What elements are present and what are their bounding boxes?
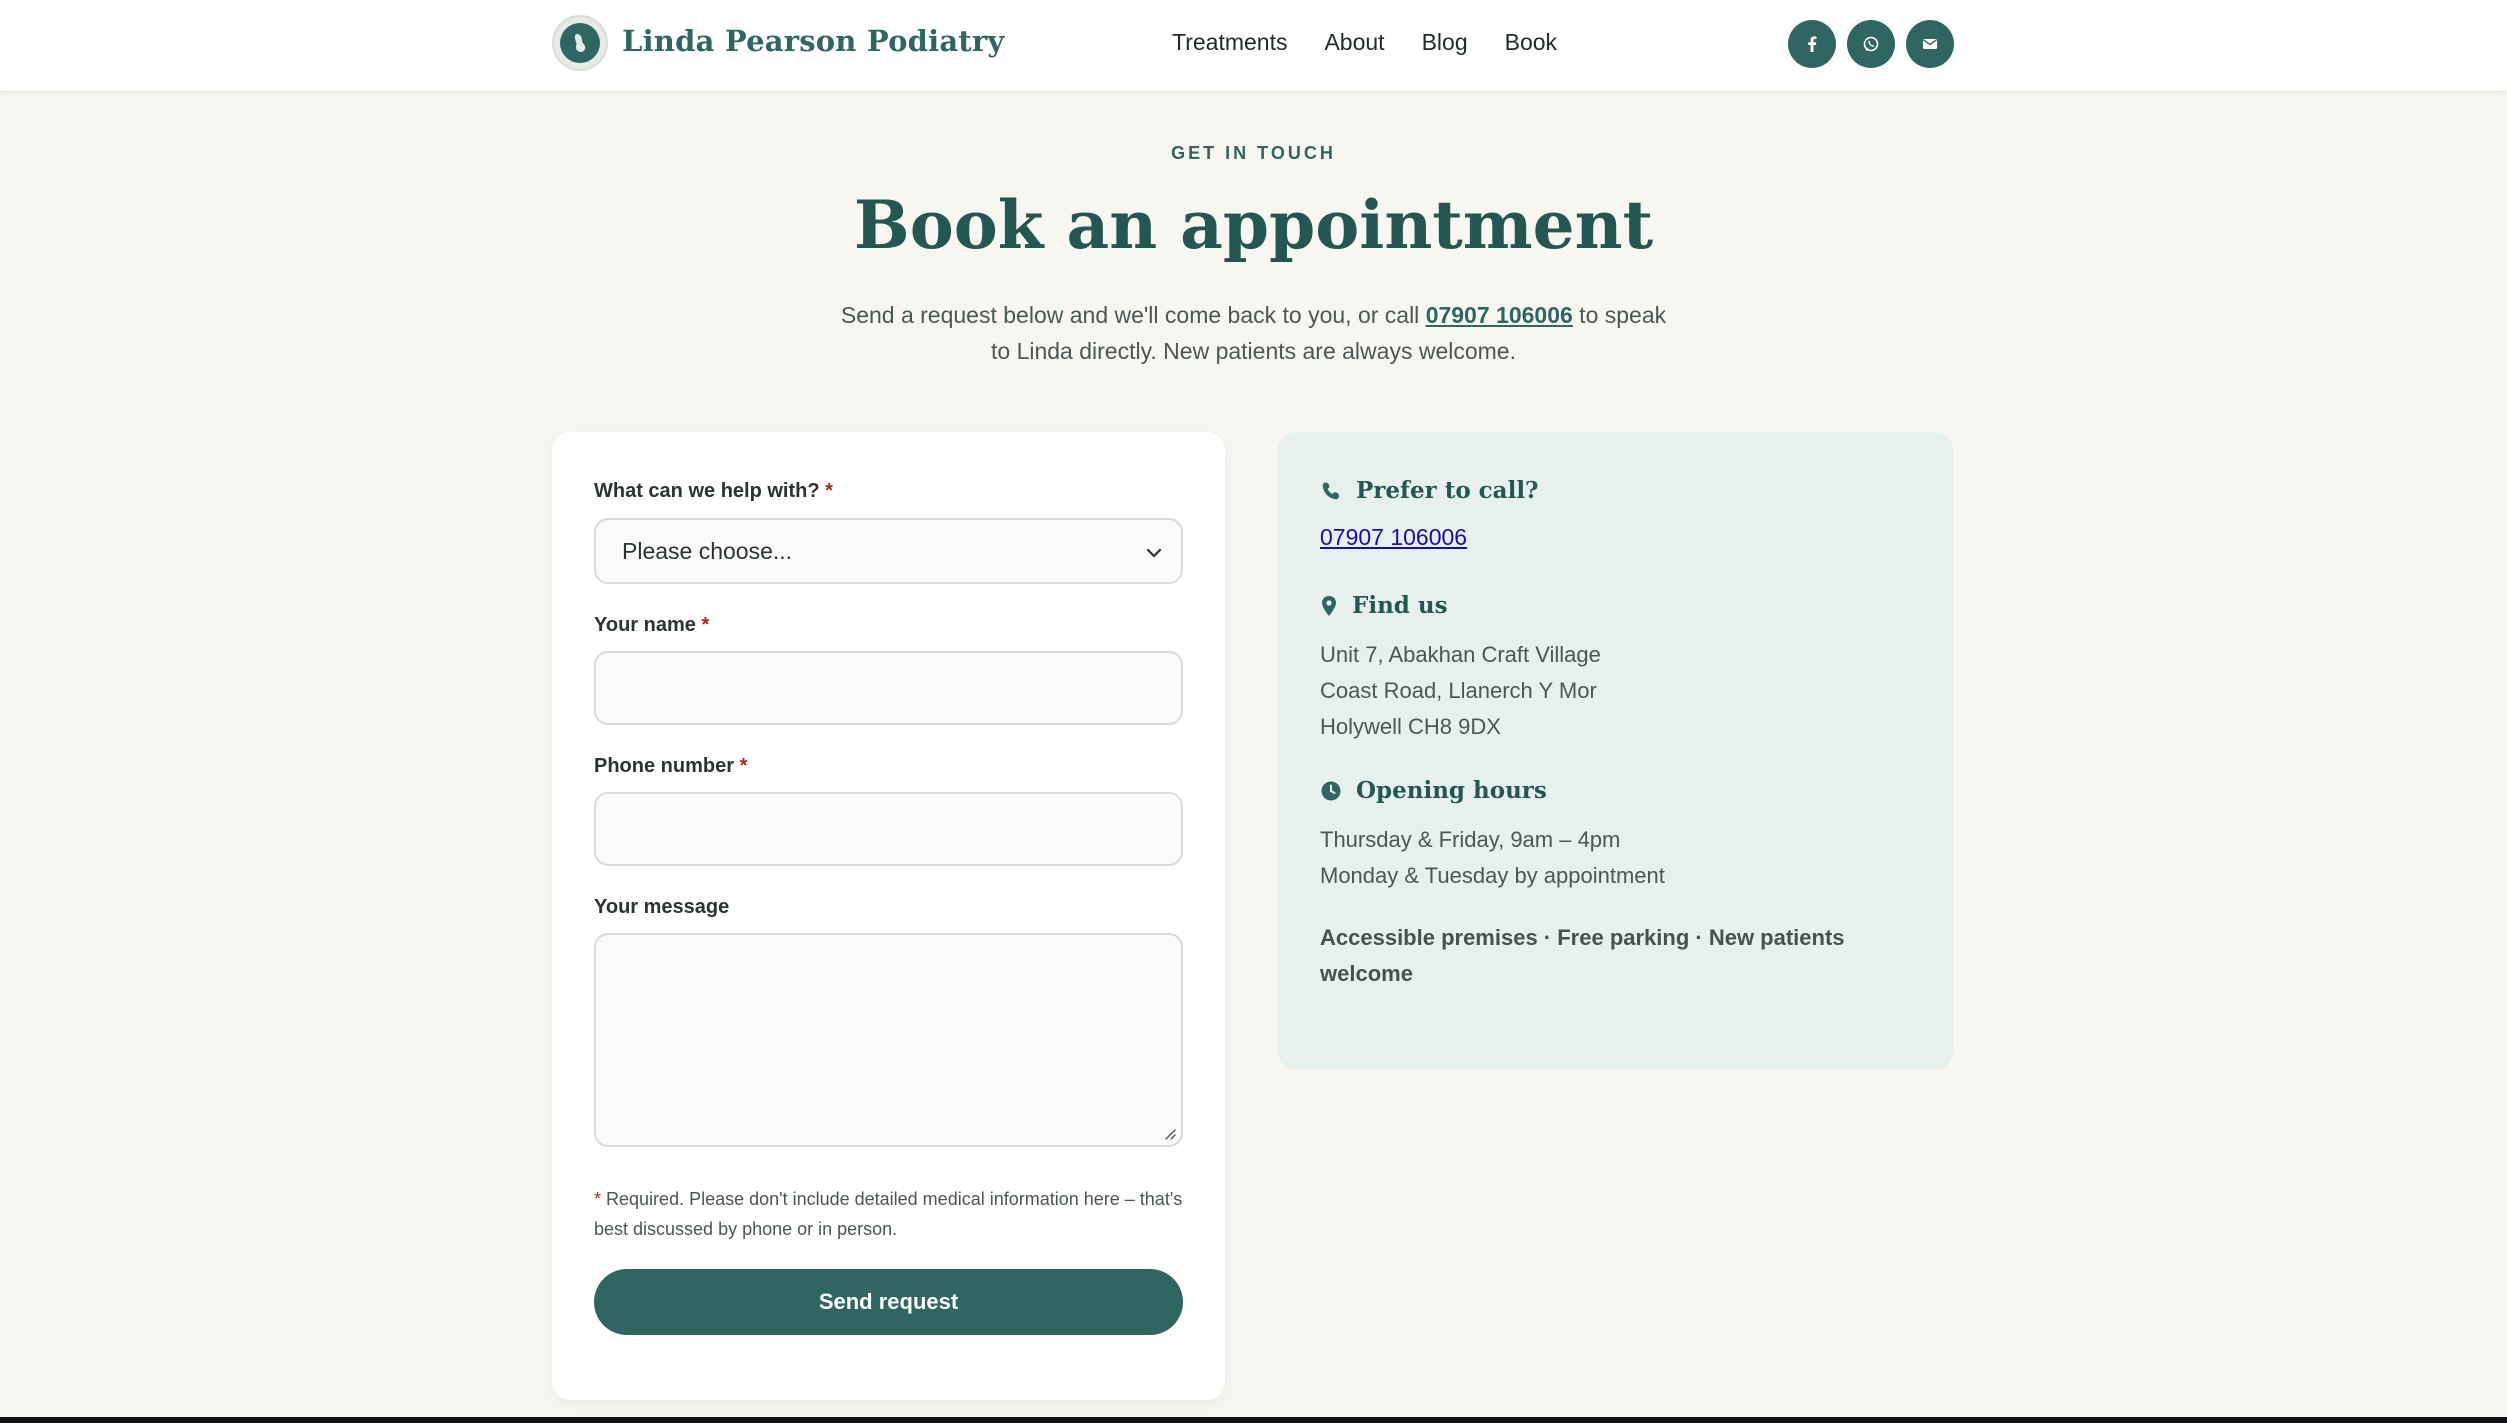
eyebrow-label: GET IN TOUCH: [1171, 143, 1336, 163]
intro-text-start: Send a request below and we'll come back…: [840, 302, 1426, 328]
email-icon: [1923, 39, 1937, 49]
chevron-down-icon: [1146, 548, 1162, 558]
address-line: Holywell CH8 9DX: [1320, 714, 1501, 739]
required-note-text: Required. Please don't include detailed …: [594, 1189, 1183, 1239]
help-select[interactable]: Please choose...: [594, 518, 1183, 584]
address-line: Unit 7, Abakhan Craft Village: [1320, 642, 1601, 667]
brand-name[interactable]: Linda Pearson Podiatry: [622, 24, 1004, 58]
phone-icon: [1322, 482, 1339, 499]
required-mark: *: [701, 614, 710, 636]
find-heading-text: Find us: [1352, 592, 1448, 619]
required-mark: *: [594, 1189, 602, 1209]
hours-line: Thursday & Friday, 9am – 4pm: [1320, 827, 1621, 852]
facebook-icon: [1808, 36, 1817, 52]
foot-logo-icon: [560, 23, 600, 63]
email-button[interactable]: [1906, 20, 1954, 68]
help-select-value: Please choose...: [622, 537, 793, 564]
name-label: Your name *: [594, 614, 709, 637]
nav-about[interactable]: About: [1324, 29, 1384, 56]
message-label: Your message: [594, 896, 730, 918]
whatsapp-button[interactable]: [1847, 20, 1895, 68]
name-input[interactable]: [594, 651, 1183, 725]
help-label-text: What can we help with?: [594, 480, 820, 502]
address-block: Unit 7, Abakhan Craft Village Coast Road…: [1320, 637, 1601, 745]
phone-input[interactable]: [594, 792, 1183, 866]
logo[interactable]: [552, 15, 608, 71]
required-mark: *: [739, 755, 748, 777]
footer-edge: [0, 1417, 2507, 1423]
message-textarea[interactable]: [594, 933, 1183, 1147]
help-label: What can we help with? *: [594, 480, 833, 503]
booking-form: What can we help with? * Please choose..…: [552, 432, 1225, 1400]
hours-heading-text: Opening hours: [1356, 777, 1547, 804]
social-links: [1788, 20, 1954, 68]
required-mark: *: [825, 480, 833, 502]
site-header: Linda Pearson Podiatry Treatments About …: [0, 0, 2507, 92]
contact-info-panel: Prefer to call? 07907 106006 Find us Uni…: [1278, 432, 1953, 1070]
hours-line: Monday & Tuesday by appointment: [1320, 863, 1665, 888]
call-phone-link[interactable]: 07907 106006: [1320, 524, 1467, 551]
call-heading-text: Prefer to call?: [1356, 477, 1539, 504]
hours-block: Thursday & Friday, 9am – 4pm Monday & Tu…: [1320, 822, 1665, 894]
map-pin-icon: [1322, 595, 1336, 616]
resize-grip-icon[interactable]: [1161, 1125, 1177, 1141]
perks-text: Accessible premises · Free parking · New…: [1320, 925, 1845, 986]
send-request-button[interactable]: Send request: [594, 1269, 1183, 1335]
intro-phone-link[interactable]: 07907 106006: [1426, 302, 1573, 328]
required-note: * Required. Please don't include detaile…: [594, 1184, 1194, 1244]
phone-label: Phone number *: [594, 755, 747, 778]
facebook-button[interactable]: [1788, 20, 1836, 68]
main-nav: Treatments About Blog Book: [1172, 29, 1557, 56]
intro-text: Send a request below and we'll come back…: [840, 297, 1667, 369]
hours-heading: Opening hours: [1320, 777, 1547, 804]
nav-book[interactable]: Book: [1505, 29, 1557, 56]
nav-blog[interactable]: Blog: [1422, 29, 1468, 56]
call-heading: Prefer to call?: [1320, 477, 1539, 504]
page-title: Book an appointment: [853, 186, 1654, 264]
name-label-text: Your name: [594, 614, 696, 636]
whatsapp-icon: [1863, 36, 1879, 52]
phone-label-text: Phone number: [594, 755, 735, 777]
address-line: Coast Road, Llanerch Y Mor: [1320, 678, 1597, 703]
nav-treatments[interactable]: Treatments: [1172, 29, 1287, 56]
clock-icon: [1321, 781, 1341, 800]
find-heading: Find us: [1320, 592, 1448, 619]
